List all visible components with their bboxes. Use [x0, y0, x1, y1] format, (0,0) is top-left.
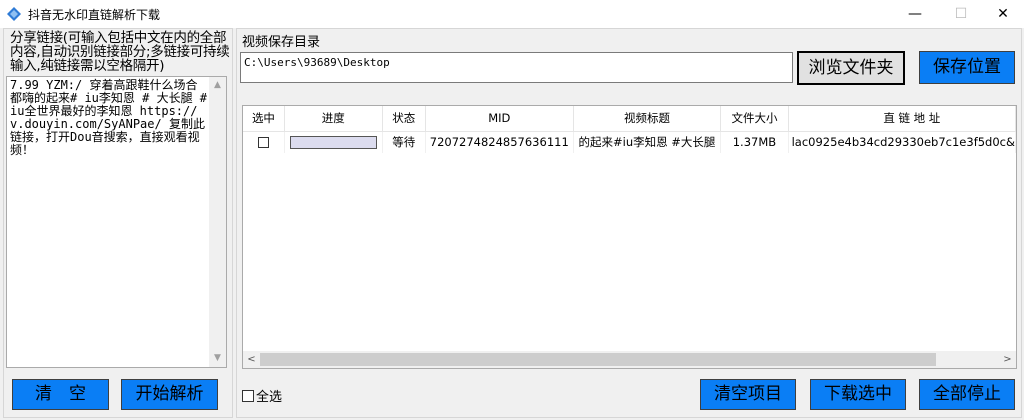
column-header-mid[interactable]: MID: [425, 106, 574, 132]
column-header-status[interactable]: 状态: [382, 106, 426, 132]
clear-button[interactable]: 清 空: [12, 379, 109, 410]
table-row[interactable]: 等待 7207274824857636111 的起来#iu李知恩 #大长腿 1.…: [243, 131, 1016, 153]
app-icon: [7, 7, 21, 21]
clear-items-button[interactable]: 清空项目: [700, 379, 796, 410]
row-title: 的起来#iu李知恩 #大长腿: [573, 131, 722, 153]
table-header-row: 选中 进度 状态 MID 视频标题 文件大小 直 链 地 址: [243, 106, 1016, 132]
save-dir-input[interactable]: C:\Users\93689\Desktop: [240, 52, 793, 83]
share-vertical-scrollbar[interactable]: ▲ ▼: [209, 77, 226, 367]
start-parse-button[interactable]: 开始解析: [121, 379, 218, 410]
row-size: 1.37MB: [720, 131, 789, 153]
column-header-url[interactable]: 直 链 地 址: [788, 106, 1016, 132]
table-horizontal-scrollbar[interactable]: < >: [243, 351, 1016, 368]
row-checkbox[interactable]: [257, 137, 269, 149]
save-dir-value: C:\Users\93689\Desktop: [244, 56, 390, 69]
browse-folder-button[interactable]: 浏览文件夹: [797, 51, 905, 85]
column-header-size[interactable]: 文件大小: [720, 106, 789, 132]
share-link-text: 7.99 YZM:/ 穿着高跟鞋什么场合都嗨的起来# iu李知恩 # 大长腿 #…: [10, 78, 208, 157]
select-all-checkbox[interactable]: 全选: [242, 386, 282, 405]
column-header-selected[interactable]: 选中: [243, 106, 285, 132]
column-header-progress[interactable]: 进度: [284, 106, 383, 132]
save-dir-label: 视频保存目录: [242, 35, 321, 50]
share-link-textarea[interactable]: 7.99 YZM:/ 穿着高跟鞋什么场合都嗨的起来# iu李知恩 # 大长腿 #…: [6, 76, 227, 368]
scrollbar-thumb[interactable]: [260, 353, 936, 366]
row-progress-cell: [284, 131, 383, 153]
download-selected-button[interactable]: 下载选中: [810, 379, 906, 410]
video-table: 选中 进度 状态 MID 视频标题 文件大小 直 链 地 址 等待 720727…: [242, 105, 1017, 369]
chevron-left-icon[interactable]: <: [243, 351, 260, 368]
row-status: 等待: [382, 131, 426, 153]
chevron-up-icon[interactable]: ▲: [209, 77, 226, 94]
minimize-button[interactable]: —: [892, 0, 938, 28]
title-bar: 抖音无水印直链解析下载 — ☐ ✕: [0, 0, 1024, 28]
window-title: 抖音无水印直链解析下载: [28, 8, 161, 22]
chevron-right-icon[interactable]: >: [999, 351, 1016, 368]
close-button[interactable]: ✕: [980, 0, 1024, 28]
maximize-button[interactable]: ☐: [938, 0, 984, 28]
share-link-label: 分享链接(可输入包括中文在内的全部内容,自动识别链接部分;多链接可持续输入,纯链…: [10, 30, 230, 74]
row-select-cell[interactable]: [243, 131, 285, 153]
save-location-button[interactable]: 保存位置: [919, 51, 1015, 84]
checkbox-icon[interactable]: [242, 390, 254, 402]
chevron-down-icon[interactable]: ▼: [209, 350, 226, 367]
video-list: 选中 进度 状态 MID 视频标题 文件大小 直 链 地 址 等待 720727…: [243, 106, 1016, 153]
column-header-title[interactable]: 视频标题: [573, 106, 722, 132]
stop-all-button[interactable]: 全部停止: [919, 379, 1015, 410]
row-url: lac0925e4b34cd29330eb7c1e3f5d0c&: [788, 131, 1016, 153]
progress-bar: [289, 136, 377, 150]
row-mid: 7207274824857636111: [425, 131, 574, 153]
select-all-label: 全选: [256, 390, 283, 405]
